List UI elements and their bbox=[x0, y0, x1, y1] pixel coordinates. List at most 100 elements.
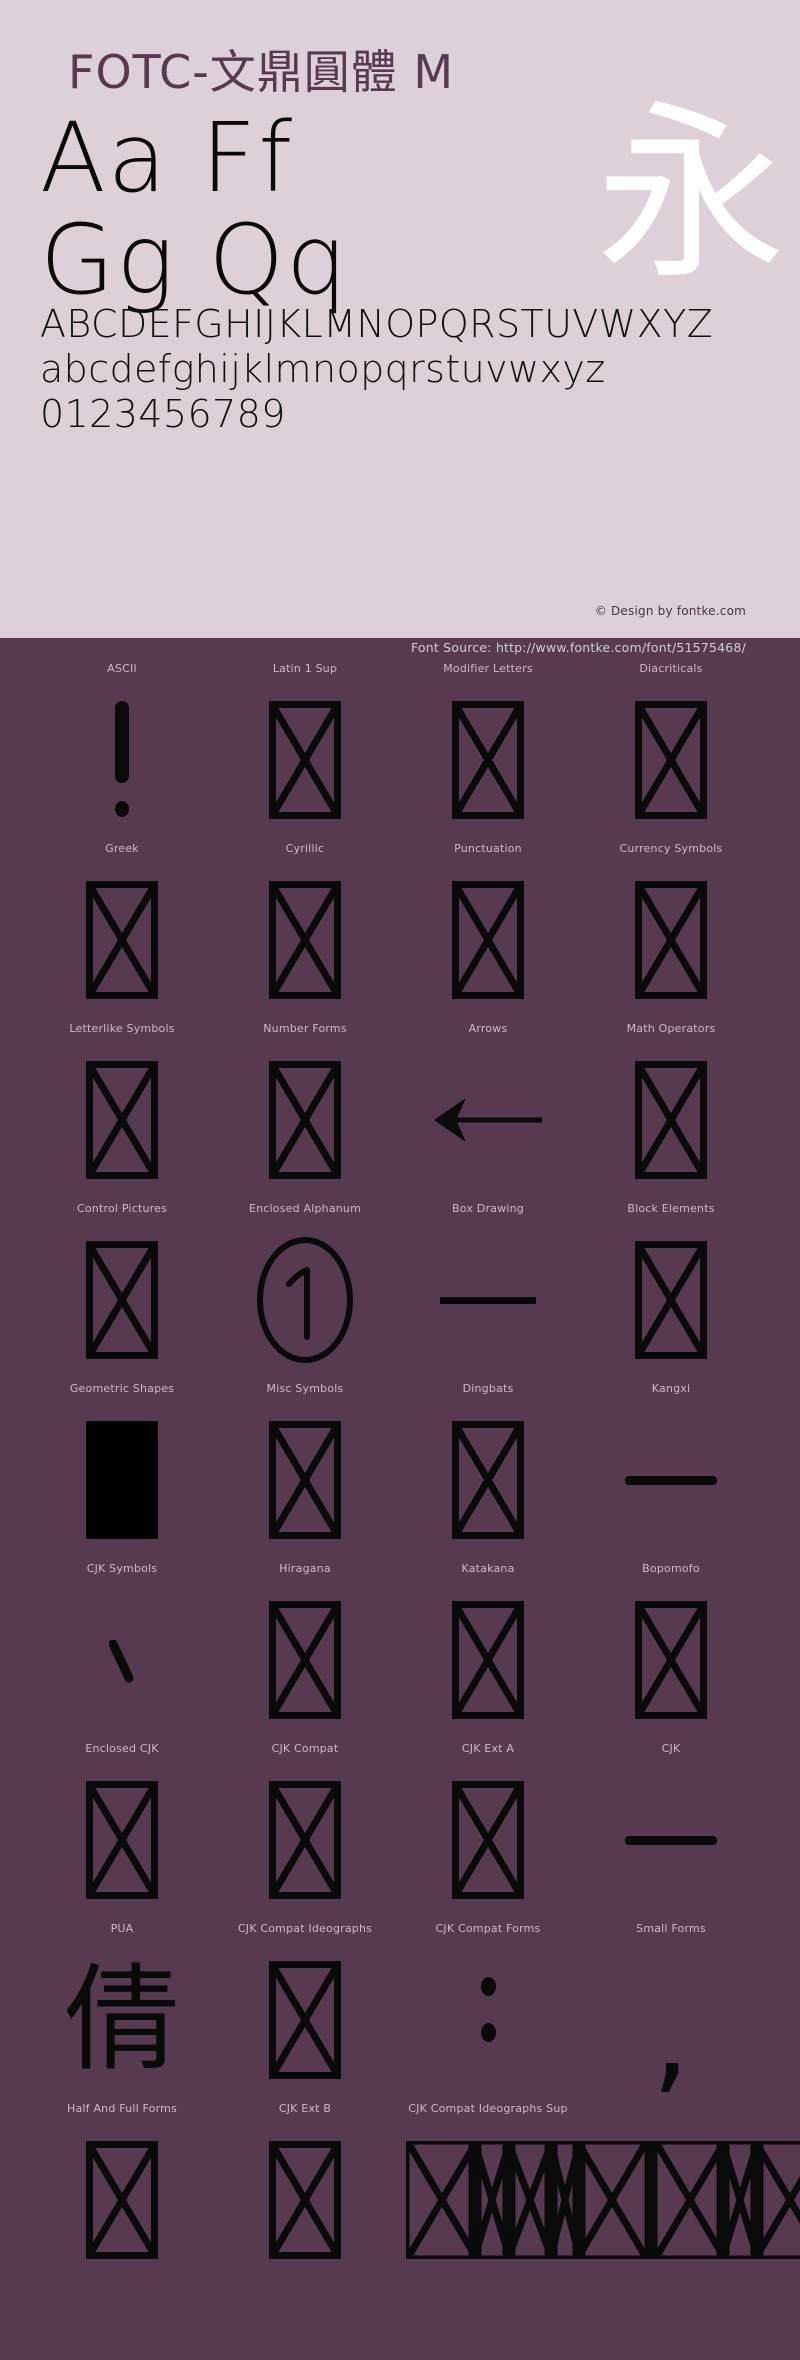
unicode-block-cell[interactable]: Math Operators bbox=[571, 1020, 771, 1200]
unicode-block-cell[interactable]: PUA 倩 bbox=[22, 1920, 222, 2100]
unicode-block-cell[interactable]: Misc Symbols bbox=[205, 1380, 405, 1560]
alphabet-uppercase: ABCDEFGHIJKLMNOPQRSTUVWXYZ bbox=[40, 302, 714, 346]
unicode-block-cell[interactable]: Block Elements bbox=[571, 1200, 771, 1380]
unicode-block-sample bbox=[22, 1586, 222, 1734]
unicode-block-sample bbox=[571, 1046, 771, 1194]
unicode-block-cell[interactable] bbox=[571, 2100, 771, 2280]
unicode-block-sample bbox=[571, 1586, 771, 1734]
glyph-grid-row: Half And Full Forms CJK Ext B CJK Compat I… bbox=[0, 2100, 800, 2280]
unicode-block-cell[interactable]: Hiragana bbox=[205, 1560, 405, 1740]
unicode-block-cell[interactable]: Greek bbox=[22, 840, 222, 1020]
unicode-block-label: Arrows bbox=[468, 1022, 508, 1035]
unicode-block-sample bbox=[388, 2126, 800, 2274]
unicode-block-sample bbox=[571, 1766, 771, 1914]
glyph-grid-row: Letterlike Symbols Number Forms Arrows Math… bbox=[0, 1020, 800, 1200]
sample-glyph: 倩 bbox=[64, 1953, 180, 2087]
unicode-block-cell[interactable]: CJK Compat Ideographs bbox=[205, 1920, 405, 2100]
glyph-grid-row: Greek Cyrillic Punctuation Currency Symbols bbox=[0, 840, 800, 1020]
unicode-block-cell[interactable]: Latin 1 Sup bbox=[205, 660, 405, 840]
unicode-block-cell[interactable]: CJK Ext A bbox=[388, 1740, 588, 1920]
sample-letter-pairs-row-1: Aa Ff bbox=[40, 102, 295, 214]
circled-digit-one-glyph bbox=[255, 1237, 355, 1363]
unicode-block-label: CJK Ext B bbox=[278, 2102, 332, 2115]
unicode-block-cell[interactable]: ASCII bbox=[22, 660, 222, 840]
unicode-block-cell[interactable]: Arrows bbox=[388, 1020, 588, 1200]
unicode-block-label: Math Operators bbox=[626, 1022, 716, 1035]
unicode-block-sample bbox=[205, 2126, 405, 2274]
unicode-block-cell[interactable]: CJK Symbols bbox=[22, 1560, 222, 1740]
unicode-block-label: Number Forms bbox=[263, 1022, 347, 1035]
unicode-block-label: Modifier Letters bbox=[443, 662, 533, 675]
missing-glyph-box-icon bbox=[452, 1601, 524, 1719]
unicode-block-label: Diacriticals bbox=[639, 662, 703, 675]
unicode-block-cell[interactable]: Geometric Shapes bbox=[22, 1380, 222, 1560]
filled-block-glyph bbox=[86, 1421, 158, 1539]
unicode-block-sample bbox=[388, 1586, 588, 1734]
ideographic-comma-glyph bbox=[108, 1639, 135, 1683]
unicode-block-cell[interactable]: Number Forms bbox=[205, 1020, 405, 1200]
digit-sample: 0123456789 bbox=[40, 392, 286, 436]
unicode-block-cell[interactable]: CJK bbox=[571, 1740, 771, 1920]
unicode-block-sample bbox=[571, 866, 771, 1014]
vertical-colon-glyph bbox=[481, 1977, 496, 2063]
sample-letter-pairs-row-2: Gg Qq bbox=[40, 204, 350, 316]
unicode-block-label: ASCII bbox=[107, 662, 137, 675]
unicode-block-label: CJK Compat Forms bbox=[435, 1922, 541, 1935]
cjk-sample-character: 永 bbox=[595, 84, 786, 305]
horizontal-stroke-glyph bbox=[625, 1475, 717, 1485]
unicode-block-sample bbox=[388, 1226, 588, 1374]
unicode-block-label: Enclosed CJK bbox=[85, 1742, 159, 1755]
unicode-block-label: Misc Symbols bbox=[266, 1382, 344, 1395]
unicode-block-cell[interactable]: Diacriticals bbox=[571, 660, 771, 840]
unicode-block-sample bbox=[205, 1406, 405, 1554]
unicode-block-sample bbox=[388, 1406, 588, 1554]
unicode-block-sample bbox=[205, 866, 405, 1014]
unicode-block-sample bbox=[205, 1226, 405, 1374]
unicode-block-cell[interactable]: Enclosed Alphanum bbox=[205, 1200, 405, 1380]
unicode-block-label: Katakana bbox=[461, 1562, 515, 1575]
unicode-block-sample bbox=[388, 1046, 588, 1194]
unicode-block-sample: , bbox=[571, 1946, 771, 2098]
unicode-block-label: CJK Compat Ideographs bbox=[237, 1922, 373, 1935]
missing-glyph-box-icon bbox=[269, 1061, 341, 1179]
missing-glyph-box-icon bbox=[635, 881, 707, 999]
unicode-block-sample bbox=[22, 2126, 222, 2274]
unicode-block-cell[interactable]: Half And Full Forms bbox=[22, 2100, 222, 2280]
unicode-block-sample bbox=[571, 1406, 771, 1554]
unicode-block-cell[interactable]: Modifier Letters bbox=[388, 660, 588, 840]
unicode-block-cell[interactable]: Kangxi bbox=[571, 1380, 771, 1560]
unicode-block-cell[interactable]: Bopomofo bbox=[571, 1560, 771, 1740]
unicode-block-cell[interactable]: Currency Symbols bbox=[571, 840, 771, 1020]
missing-glyph-box-icon bbox=[635, 1241, 707, 1359]
font-source-link[interactable]: Font Source: http://www.fontke.com/font/… bbox=[411, 640, 746, 655]
unicode-block-label: CJK bbox=[661, 1742, 681, 1755]
unicode-block-cell[interactable]: Punctuation bbox=[388, 840, 588, 1020]
unicode-block-cell[interactable]: CJK Compat bbox=[205, 1740, 405, 1920]
unicode-block-cell[interactable]: Cyrillic bbox=[205, 840, 405, 1020]
missing-glyph-box-icon bbox=[269, 1961, 341, 2079]
unicode-block-cell[interactable]: CJK Compat Forms bbox=[388, 1920, 588, 2100]
missing-glyph-box-icon bbox=[86, 881, 158, 999]
unicode-block-label: Punctuation bbox=[454, 842, 522, 855]
unicode-block-label: CJK Symbols bbox=[86, 1562, 158, 1575]
unicode-block-label: Greek bbox=[105, 842, 139, 855]
unicode-block-sample bbox=[205, 1046, 405, 1194]
unicode-block-cell[interactable]: CJK Compat Ideographs Sup bbox=[388, 2100, 800, 2280]
unicode-block-label: Enclosed Alphanum bbox=[248, 1202, 362, 1215]
unicode-block-cell[interactable]: Control Pictures bbox=[22, 1200, 222, 1380]
unicode-block-label: CJK Ext A bbox=[461, 1742, 515, 1755]
unicode-block-cell[interactable]: Box Drawing bbox=[388, 1200, 588, 1380]
unicode-block-label: Box Drawing bbox=[452, 1202, 524, 1215]
missing-glyph-box-icon bbox=[452, 881, 524, 999]
unicode-block-label: Geometric Shapes bbox=[69, 1382, 175, 1395]
unicode-block-cell[interactable]: CJK Ext B bbox=[205, 2100, 405, 2280]
unicode-block-cell[interactable]: Enclosed CJK bbox=[22, 1740, 222, 1920]
missing-glyph-box-icon bbox=[86, 1061, 158, 1179]
unicode-block-cell[interactable]: Small Forms, bbox=[571, 1920, 771, 2100]
unicode-block-label: Hiragana bbox=[279, 1562, 331, 1575]
unicode-block-cell[interactable]: Katakana bbox=[388, 1560, 588, 1740]
unicode-block-cell[interactable]: Letterlike Symbols bbox=[22, 1020, 222, 1200]
unicode-block-cell[interactable]: Dingbats bbox=[388, 1380, 588, 1560]
unicode-block-label: Half And Full Forms bbox=[67, 2102, 177, 2115]
horizontal-stroke-glyph bbox=[625, 1835, 717, 1845]
